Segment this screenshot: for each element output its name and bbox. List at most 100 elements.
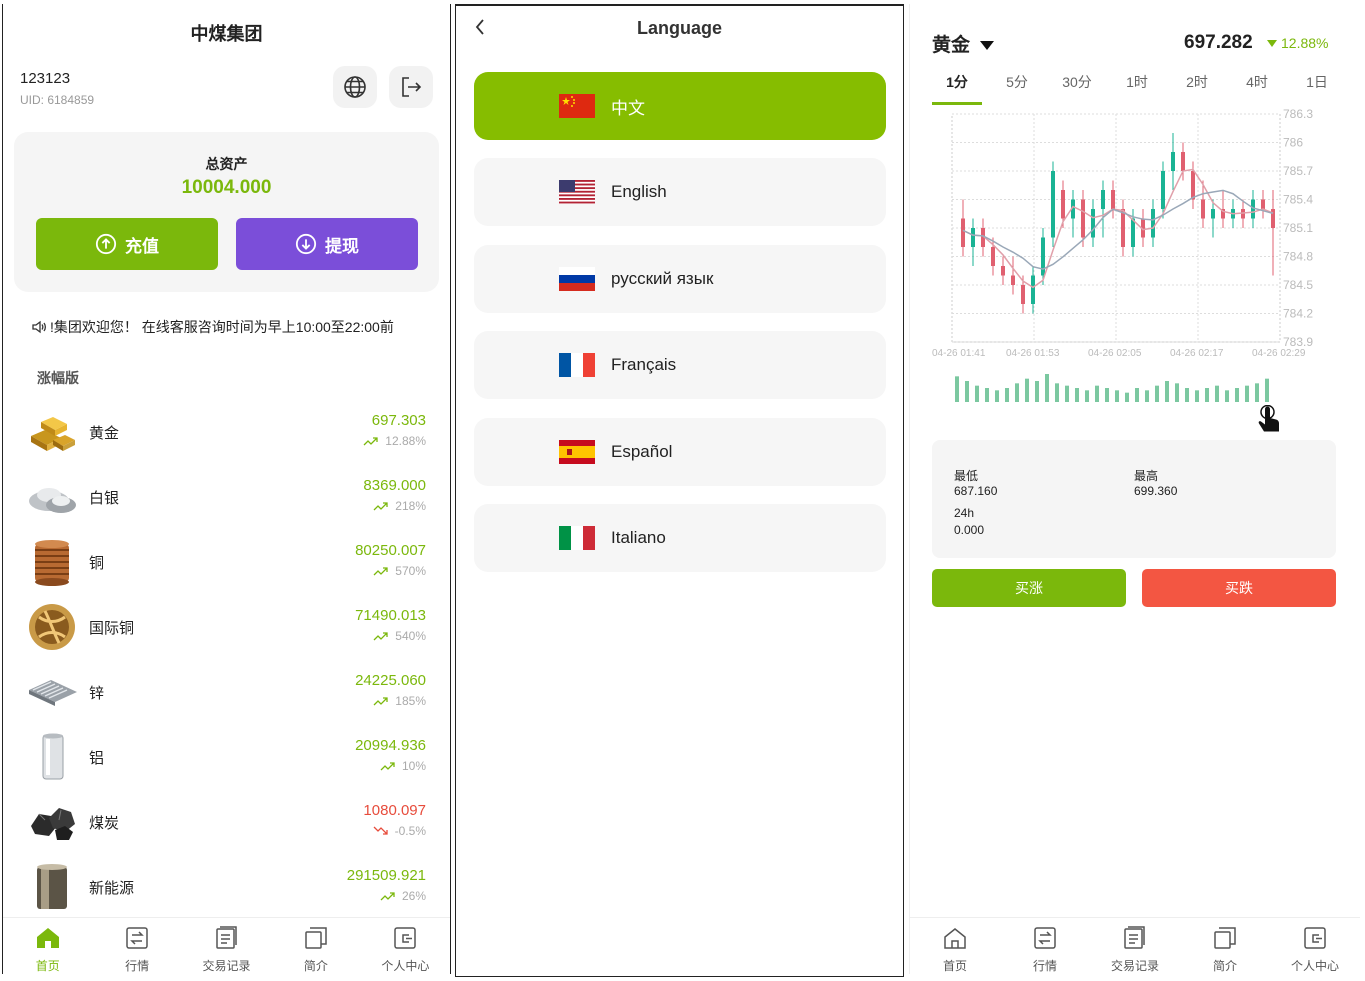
language-screen: Language 中文 English русский язык Françai… — [455, 4, 904, 977]
tab-records[interactable]: 交易记录 — [182, 918, 271, 974]
candle-body — [1261, 199, 1265, 209]
period-tab[interactable]: 5分 — [992, 72, 1042, 105]
trend-up-icon — [380, 759, 402, 773]
volume-bar — [1105, 388, 1109, 402]
page-title: 中煤集团 — [190, 24, 263, 44]
list-item[interactable]: 铜 80250.007 570% — [3, 530, 450, 594]
candle-body — [1021, 285, 1025, 304]
language-option-ru[interactable]: русский язык — [474, 244, 886, 313]
assets-value: 10004.000 — [181, 177, 272, 198]
item-price: 1080.097 — [363, 802, 426, 819]
period-tab[interactable]: 4时 — [1232, 72, 1282, 105]
item-price: 24225.060 — [355, 672, 426, 689]
high-label: 最高 — [1134, 469, 1159, 483]
language-option-es[interactable]: Español — [474, 417, 886, 486]
item-price: 80250.007 — [355, 542, 426, 559]
item-price: 71490.013 — [355, 607, 426, 624]
volume-bar — [1045, 374, 1049, 402]
tab-label: 行情 — [125, 959, 150, 973]
item-change: 185% — [373, 694, 426, 708]
volume-bar — [1175, 383, 1179, 402]
candle-body — [1191, 171, 1195, 200]
deposit-button[interactable]: 充值 — [36, 218, 218, 270]
list-item[interactable]: 国际铜 71490.013 540% — [3, 595, 450, 659]
list-item[interactable]: 新能源 291509.921 26% — [3, 855, 450, 919]
volume-bar — [1245, 385, 1249, 402]
volume-bar — [1055, 383, 1059, 402]
buy-down-button[interactable]: 买跌 — [1142, 569, 1336, 607]
volume-label: 24h — [954, 506, 975, 520]
notice-text: !集团欢迎您！ 在线客服咨询时间为早上10:00至22:00前 — [50, 319, 394, 335]
tab-records[interactable]: 交易记录 — [1090, 918, 1180, 974]
list-item[interactable]: 黄金 697.303 12.88% — [3, 400, 450, 464]
symbol-selector[interactable]: 黄金 — [932, 30, 995, 57]
change-indicator: 12.88% — [1267, 35, 1328, 51]
tab-home[interactable]: 首页 — [3, 918, 92, 974]
records-icon — [1122, 926, 1148, 957]
username: 123123 — [20, 70, 71, 87]
trend-down-icon — [373, 824, 395, 838]
tab-label: 交易记录 — [202, 959, 251, 973]
item-change-value: 26% — [401, 889, 426, 903]
candlestick-chart[interactable]: 786.3 786 785.7 785.4 785.1 784.8 784.5 784.2 78… — [930, 104, 1340, 434]
caret-down-icon — [980, 41, 995, 50]
volume-bar — [965, 381, 969, 402]
period-tab[interactable]: 30分 — [1052, 72, 1102, 105]
tab-intro[interactable]: 简介 — [1180, 918, 1270, 974]
hand-pointer-icon[interactable] — [1256, 404, 1284, 440]
language-button[interactable] — [333, 66, 377, 108]
tab-market[interactable]: 行情 — [92, 918, 181, 974]
item-price: 291509.921 — [346, 867, 426, 884]
battery-icon — [25, 861, 79, 913]
volume-bar — [1205, 388, 1209, 402]
y-tick-label: 785.4 — [1283, 193, 1313, 207]
gold-bar-icon — [25, 406, 79, 458]
trend-up-icon — [363, 434, 385, 448]
list-item[interactable]: 铝 20994.936 10% — [3, 725, 450, 789]
volume-bar — [1025, 378, 1029, 402]
candle-body — [1001, 266, 1005, 276]
copper-ball-icon — [25, 601, 79, 653]
y-tick-label: 786.3 — [1283, 107, 1313, 121]
item-change-value: 540% — [395, 629, 426, 643]
volume-bar — [995, 390, 999, 402]
language-option-fr[interactable]: Français — [474, 331, 886, 400]
tab-home[interactable]: 首页 — [910, 918, 1000, 974]
language-label: English — [611, 182, 667, 202]
volume-bar — [1065, 385, 1069, 402]
volume-bar — [1015, 383, 1019, 402]
period-tab[interactable]: 1时 — [1112, 72, 1162, 105]
y-tick-label: 783.9 — [1283, 335, 1313, 349]
tab-intro[interactable]: 简介 — [271, 918, 360, 974]
language-option-cn[interactable]: 中文 — [474, 72, 886, 140]
item-name: 锌 — [89, 685, 105, 702]
list-item[interactable]: 白银 8369.000 218% — [3, 465, 450, 529]
list-item[interactable]: 煤炭 1080.097 -0.5% — [3, 790, 450, 854]
buy-up-button[interactable]: 买涨 — [932, 569, 1126, 607]
logout-button[interactable] — [389, 66, 433, 108]
tab-profile[interactable]: 个人中心 — [361, 918, 450, 974]
item-price: 20994.936 — [355, 737, 426, 754]
tab-label: 首页 — [942, 959, 967, 973]
period-tab[interactable]: 1日 — [1292, 72, 1342, 105]
withdraw-button[interactable]: 提现 — [236, 218, 418, 270]
tab-label: 个人中心 — [381, 959, 430, 973]
period-tabs: 1分 5分 30分 1时 2时 4时 1日 — [932, 72, 1342, 105]
tab-profile[interactable]: 个人中心 — [1270, 918, 1360, 974]
profile-icon — [1302, 926, 1328, 957]
flag-us-icon — [559, 180, 595, 205]
trend-up-icon — [373, 499, 395, 513]
deposit-label: 充值 — [125, 236, 159, 256]
flag-it-icon — [559, 526, 595, 550]
intro-icon — [1212, 926, 1238, 957]
tab-label: 交易记录 — [1110, 959, 1159, 973]
tab-market[interactable]: 行情 — [1000, 918, 1090, 974]
period-tab[interactable]: 2时 — [1172, 72, 1222, 105]
language-option-us[interactable]: English — [474, 158, 886, 227]
period-tab[interactable]: 1分 — [932, 72, 982, 105]
language-option-it[interactable]: Italiano — [474, 504, 886, 572]
list-item[interactable]: 锌 24225.060 185% — [3, 660, 450, 724]
trend-up-icon — [373, 694, 395, 708]
candle-body — [1161, 171, 1165, 209]
low-value: 687.160 — [954, 484, 998, 498]
